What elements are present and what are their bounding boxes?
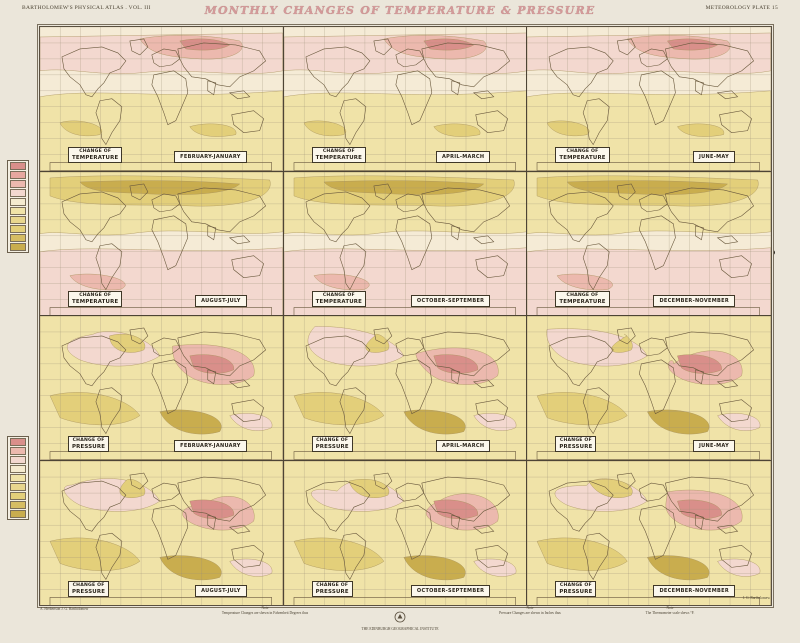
map-panel: CHANGE OF TEMPERATURE APRIL-MARCH	[283, 27, 528, 172]
panel-period-label: OCTOBER-SEPTEMBER	[410, 295, 491, 307]
panel-type-name: PRESSURE	[72, 589, 106, 595]
panel-period-label: AUGUST-JULY	[195, 295, 247, 307]
panel-type-label: CHANGE OF TEMPERATURE	[311, 146, 367, 163]
panel-type-label: CHANGE OF PRESSURE	[68, 435, 110, 452]
plate-number: METEOROLOGY PLATE 15	[705, 5, 778, 11]
panel-type-label: CHANGE OF PRESSURE	[311, 581, 353, 597]
footer-credit-right: J. G. Bartholomew	[742, 596, 770, 600]
map-sheet: CHANGE OF TEMPERATURE FEBRUARY-JANUARY CHAN…	[39, 26, 772, 606]
footer-note-thermometer-text: The Thermometer scale shews °F.	[645, 611, 695, 615]
map-panel: CHANGE OF PRESSURE DECEMBER-NOVEMBER	[527, 460, 771, 605]
map-panel: CHANGE OF PRESSURE AUGUST-JULY	[40, 460, 284, 605]
panel-type-name: PRESSURE	[315, 589, 349, 595]
plate-title: MONTHLY CHANGES OF TEMPERATURE & PRESSUR…	[204, 4, 596, 17]
map-panel: CHANGE OF PRESSURE APRIL-MARCH	[283, 316, 528, 461]
panel-period-label: FEBRUARY-JANUARY	[174, 439, 247, 452]
map-panel: CHANGE OF TEMPERATURE FEBRUARY-JANUARY	[40, 27, 284, 172]
panel-type-label: CHANGE OF TEMPERATURE	[68, 146, 123, 163]
panel-type-name: TEMPERATURE	[315, 154, 363, 161]
map-panel: CHANGE OF PRESSURE JUNE-MAY	[527, 316, 771, 461]
panel-type-prefix: CHANGE OF	[72, 437, 105, 443]
map-panel: CHANGE OF TEMPERATURE DECEMBER-NOVEMBER	[527, 171, 771, 316]
panel-period-label: DECEMBER-NOVEMBER	[653, 295, 735, 307]
panel-type-label: CHANGE OF TEMPERATURE	[68, 291, 123, 307]
footer-note-pressure: Note Pressure Changes are shewn in Inche…	[460, 606, 600, 616]
panel-type-name: PRESSURE	[559, 443, 593, 450]
panel-type-name: PRESSURE	[559, 589, 593, 595]
panel-period-label: JUNE-MAY	[693, 439, 735, 452]
panel-type-prefix: CHANGE OF	[316, 437, 349, 443]
panel-type-name: TEMPERATURE	[559, 154, 606, 161]
panel-type-label: CHANGE OF PRESSURE	[311, 435, 353, 452]
map-grid: CHANGE OF TEMPERATURE FEBRUARY-JANUARY CHAN…	[40, 27, 771, 605]
panel-type-label: CHANGE OF TEMPERATURE	[555, 291, 610, 307]
footer-note-temperature: Note Temperature Changes are shewn in Fa…	[180, 606, 350, 616]
panel-type-prefix: CHANGE OF	[559, 437, 592, 443]
panel-type-name: PRESSURE	[315, 443, 349, 450]
institute-emblem-icon	[394, 611, 406, 623]
panel-type-name: PRESSURE	[72, 443, 106, 450]
panel-type-label: CHANGE OF PRESSURE	[555, 435, 597, 452]
panel-period-label: APRIL-MARCH	[435, 150, 491, 163]
panel-type-name: TEMPERATURE	[72, 154, 119, 161]
panel-type-label: CHANGE OF TEMPERATURE	[311, 291, 367, 307]
panel-type-label: CHANGE OF PRESSURE	[555, 581, 597, 597]
panel-type-name: TEMPERATURE	[72, 299, 119, 305]
panel-period-label: DECEMBER-NOVEMBER	[653, 585, 735, 597]
footer-credit-left: A. Herbertson J. G. Bartholomew	[40, 607, 89, 611]
panel-period-label: JUNE-MAY	[693, 150, 735, 163]
map-panel: CHANGE OF TEMPERATURE OCTOBER-SEPTEMBER	[283, 171, 528, 316]
footer-note-pressure-text: Pressure Changes are shewn in Inches thu…	[499, 611, 561, 615]
footer-note-temperature-text: Temperature Changes are shewn in Fahrenh…	[221, 611, 309, 615]
map-panel: CHANGE OF PRESSURE FEBRUARY-JANUARY	[40, 316, 284, 461]
temperature-scale-legend	[7, 160, 29, 253]
publisher-label: THE EDINBURGH GEOGRAPHICAL INSTITUTE	[361, 627, 439, 631]
pressure-scale-legend	[7, 436, 29, 520]
map-panel: CHANGE OF TEMPERATURE JUNE-MAY	[527, 27, 771, 172]
panel-type-name: TEMPERATURE	[559, 299, 606, 305]
footer-note-thermometer: Note The Thermometer scale shews °F.	[610, 606, 730, 616]
panel-period-label: FEBRUARY-JANUARY	[174, 150, 247, 163]
panel-period-label: OCTOBER-SEPTEMBER	[410, 585, 491, 597]
panel-period-label: APRIL-MARCH	[435, 439, 491, 452]
panel-period-label: AUGUST-JULY	[195, 585, 247, 597]
panel-type-label: CHANGE OF TEMPERATURE	[555, 146, 610, 163]
panel-type-name: TEMPERATURE	[315, 299, 363, 305]
panel-type-label: CHANGE OF PRESSURE	[68, 581, 110, 597]
map-panel: CHANGE OF TEMPERATURE AUGUST-JULY	[40, 171, 284, 316]
map-panel: CHANGE OF PRESSURE OCTOBER-SEPTEMBER	[283, 460, 528, 605]
